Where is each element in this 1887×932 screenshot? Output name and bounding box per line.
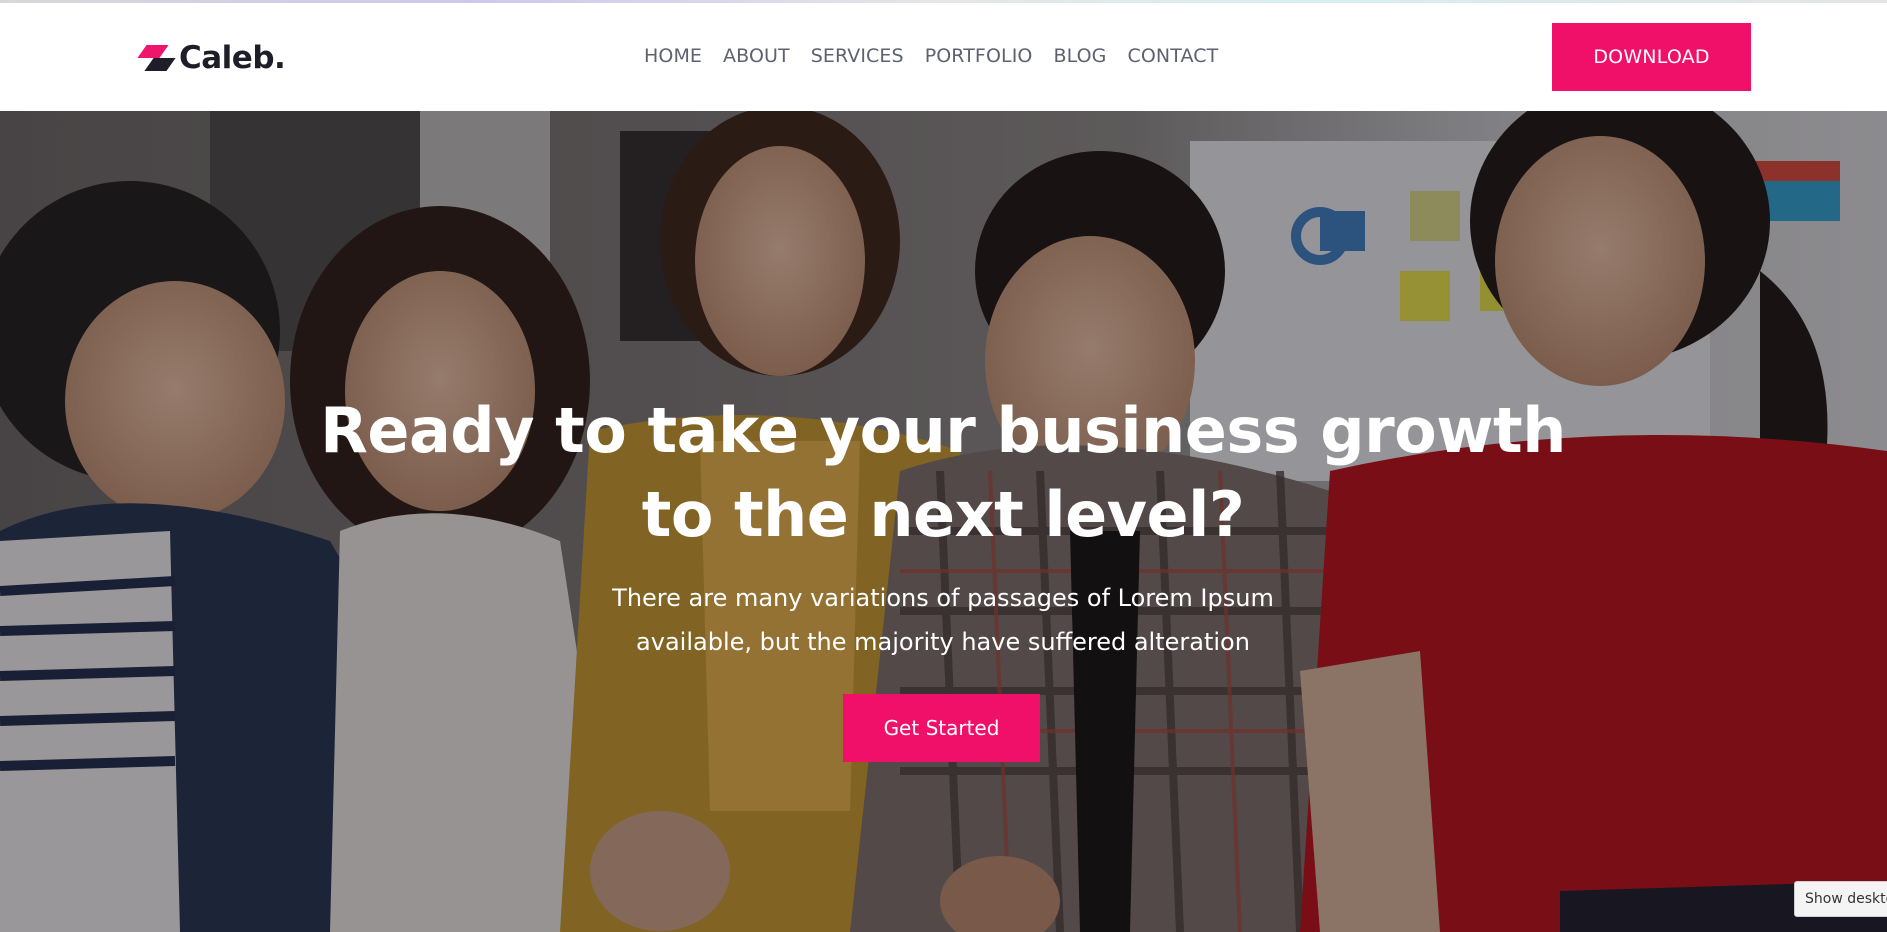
nav-item-contact[interactable]: CONTACT [1128,45,1219,67]
hero-subtitle-line2: available, but the majority have suffere… [636,628,1250,656]
nav-item-about[interactable]: ABOUT [723,45,790,67]
page: Caleb. HOME ABOUT SERVICES PORTFOLIO BLO… [0,0,1887,932]
site-header: Caleb. HOME ABOUT SERVICES PORTFOLIO BLO… [0,3,1887,111]
logo[interactable]: Caleb. [133,40,286,76]
logo-mark-icon [133,42,176,74]
nav-item-home[interactable]: HOME [644,45,702,67]
nav-item-blog[interactable]: BLOG [1053,45,1106,67]
hero-content: Ready to take your business growth to th… [0,111,1887,932]
hero-title-line1: Ready to take your business growth [320,394,1566,467]
main-nav: HOME ABOUT SERVICES PORTFOLIO BLOG CONTA… [644,45,1218,67]
hero-subtitle: There are many variations of passages of… [543,576,1343,664]
logo-text: Caleb. [179,40,286,76]
show-desktop-tooltip: Show desktop [1794,881,1887,917]
get-started-button[interactable]: Get Started [843,694,1040,762]
hero-title-line2: to the next level? [641,478,1245,551]
nav-item-portfolio[interactable]: PORTFOLIO [925,45,1033,67]
nav-item-services[interactable]: SERVICES [811,45,904,67]
hero-section: Ready to take your business growth to th… [0,111,1887,932]
download-button[interactable]: DOWNLOAD [1552,23,1751,91]
hero-subtitle-line1: There are many variations of passages of… [612,584,1274,612]
hero-title: Ready to take your business growth to th… [243,389,1643,557]
